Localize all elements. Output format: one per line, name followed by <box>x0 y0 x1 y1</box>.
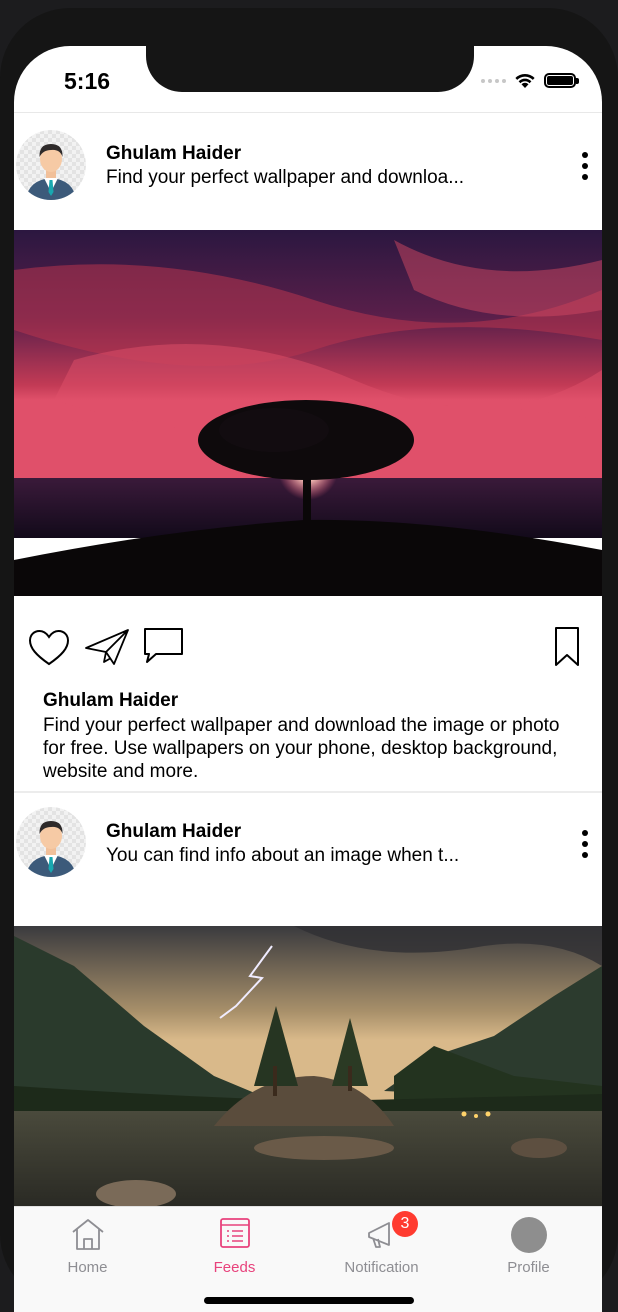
post-image[interactable] <box>14 926 602 1206</box>
tab-feeds[interactable]: Feeds <box>161 1207 308 1287</box>
status-time: 5:16 <box>64 68 111 94</box>
header-divider <box>14 112 602 113</box>
sunset-tree-image <box>14 230 602 596</box>
phone-frame: 5:16 Ghulam Haider Find your perfect wal… <box>0 8 618 1312</box>
list-icon <box>219 1217 251 1254</box>
post-author-name[interactable]: Ghulam Haider <box>106 821 241 843</box>
author-avatar[interactable] <box>16 807 86 877</box>
tab-home[interactable]: Home <box>14 1207 161 1287</box>
like-heart-icon[interactable] <box>28 629 70 672</box>
post-header: Ghulam Haider Find your perfect wallpape… <box>14 114 602 228</box>
share-send-icon[interactable] <box>84 628 130 671</box>
post-author-name[interactable]: Ghulam Haider <box>106 143 241 165</box>
app-screen: 5:16 Ghulam Haider Find your perfect wal… <box>14 46 602 1312</box>
bookmark-icon[interactable] <box>554 626 580 673</box>
tab-profile[interactable]: Profile <box>455 1207 602 1287</box>
mountain-lake-image <box>14 926 602 1206</box>
author-avatar[interactable] <box>16 130 86 200</box>
battery-icon <box>544 73 579 88</box>
home-indicator <box>204 1297 414 1304</box>
tab-profile-label: Profile <box>507 1259 550 1276</box>
wifi-icon <box>514 72 536 89</box>
post-actions <box>14 626 602 676</box>
tab-notification-label: Notification <box>344 1259 419 1276</box>
caption-author[interactable]: Ghulam Haider <box>43 690 178 712</box>
post-image[interactable] <box>14 230 602 596</box>
post-header: Ghulam Haider You can find info about an… <box>14 793 602 907</box>
more-options-icon[interactable] <box>580 152 590 180</box>
tab-home-label: Home <box>67 1259 108 1276</box>
tab-notification[interactable]: 3 Notification <box>308 1207 455 1287</box>
post-caption: Find your perfect wallpaper and download… <box>43 715 560 782</box>
home-icon <box>70 1217 106 1256</box>
post-subtitle: You can find info about an image when t.… <box>106 845 460 866</box>
profile-avatar-icon <box>510 1217 547 1258</box>
more-options-icon[interactable] <box>580 830 590 858</box>
tab-feeds-label: Feeds <box>213 1259 256 1276</box>
status-icons <box>481 72 579 89</box>
post-subtitle: Find your perfect wallpaper and downloa.… <box>106 167 465 188</box>
notification-badge: 3 <box>392 1211 418 1237</box>
cellular-signal-icon <box>481 78 506 83</box>
device-notch <box>146 38 474 92</box>
comment-icon[interactable] <box>142 626 186 669</box>
